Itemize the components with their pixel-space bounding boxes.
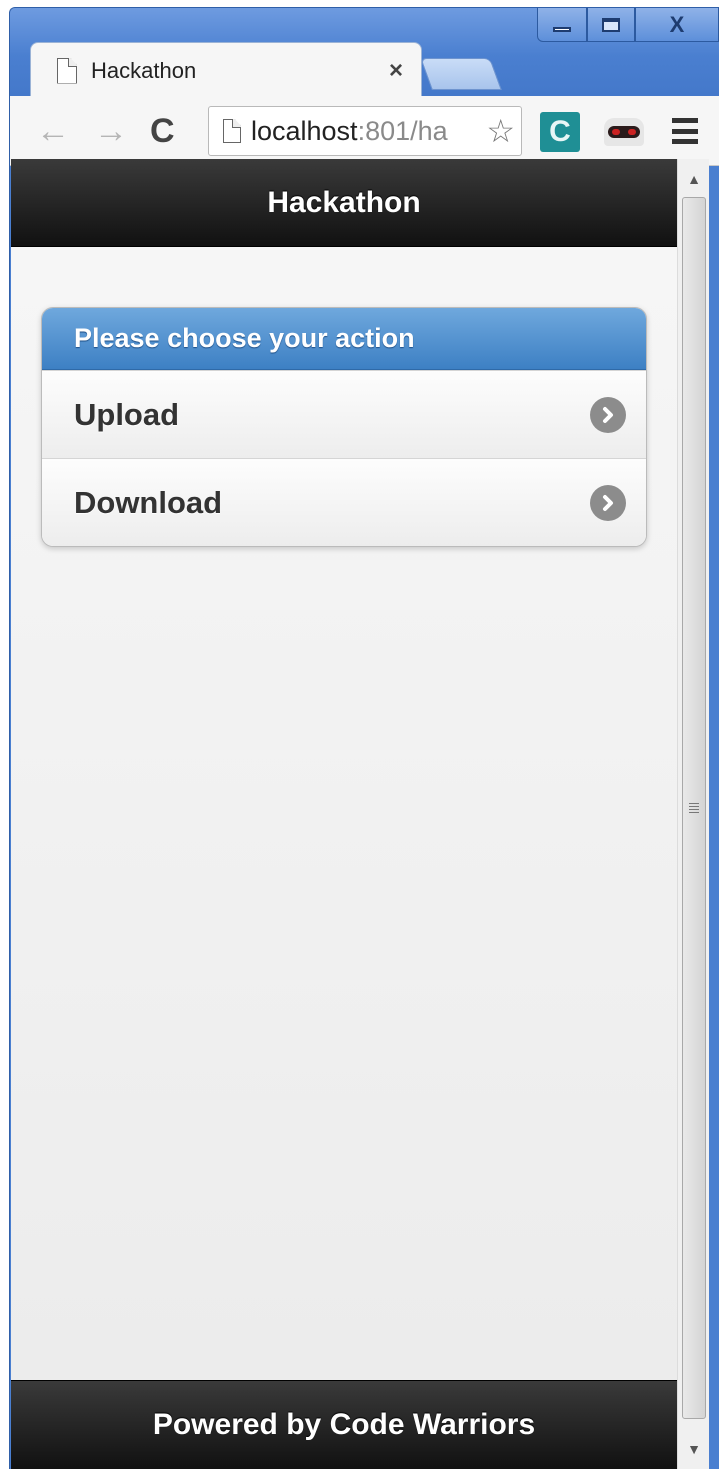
page-icon (57, 58, 77, 84)
maximize-button[interactable] (587, 8, 635, 42)
list-item-upload[interactable]: Upload (42, 370, 646, 458)
incognito-mask-icon[interactable] (604, 118, 644, 146)
list-divider: Please choose your action (42, 308, 646, 370)
list-item-label: Upload (74, 396, 180, 432)
menu-bar-line (672, 128, 698, 134)
title-bar: X Hackathon × (10, 8, 719, 98)
page-icon (223, 119, 241, 143)
page-content: Please choose your action Upload Downloa… (11, 247, 677, 1380)
list-item-download[interactable]: Download (42, 458, 646, 546)
url-path: :801/ha (357, 115, 448, 146)
reload-icon[interactable]: C (150, 114, 175, 148)
grip-line (689, 806, 699, 807)
footer-text: Powered by Code Warriors (152, 1408, 536, 1441)
minimize-button[interactable] (537, 8, 587, 42)
menu-icon[interactable] (672, 118, 698, 144)
vertical-scrollbar[interactable]: ▲ ▼ (677, 159, 709, 1469)
scroll-up-icon[interactable]: ▲ (678, 163, 710, 195)
browser-toolbar: ← → C localhost:801/ha ☆ C (10, 96, 719, 166)
grip-line (689, 812, 699, 813)
chevron-right-svg (603, 406, 613, 423)
maximize-icon (602, 17, 620, 32)
extension-icon[interactable]: C (540, 112, 580, 152)
menu-bar-line (672, 139, 698, 144)
minimize-icon (553, 27, 571, 32)
list-divider-text: Please choose your action (74, 323, 415, 353)
chevron-right-svg (603, 494, 613, 511)
tab-close-icon[interactable]: × (389, 57, 403, 85)
grip-icon (689, 803, 699, 813)
close-icon: X (669, 11, 685, 37)
forward-arrow-icon[interactable]: → (94, 114, 128, 148)
new-tab-button[interactable] (420, 58, 502, 90)
page-title: Hackathon (267, 185, 421, 219)
star-icon[interactable]: ☆ (482, 113, 515, 149)
url-host: localhost (251, 115, 358, 146)
extension-glyph: C (549, 115, 571, 148)
action-list: Please choose your action Upload Downloa… (41, 307, 647, 547)
tab-content: Hackathon × (31, 43, 421, 98)
tab-title: Hackathon (91, 57, 197, 83)
grip-line (689, 803, 699, 804)
mask-shape (608, 126, 640, 138)
chevron-right-icon (590, 484, 626, 521)
grip-line (689, 809, 699, 810)
page-header: Hackathon (11, 159, 677, 247)
tab-hackathon[interactable]: Hackathon × (30, 42, 422, 98)
page-footer: Powered by Code Warriors (11, 1380, 677, 1469)
scroll-down-icon[interactable]: ▼ (678, 1433, 710, 1465)
window-controls: X (537, 8, 719, 42)
scroll-thumb[interactable] (682, 197, 706, 1419)
close-window-button[interactable]: X (635, 8, 719, 42)
back-arrow-icon[interactable]: ← (36, 114, 70, 148)
chevron-right-icon (590, 396, 626, 433)
address-bar[interactable]: localhost:801/ha ☆ (208, 106, 522, 156)
page-viewport: Hackathon Please choose your action Uplo… (11, 159, 709, 1469)
list-item-label: Download (74, 484, 223, 520)
menu-bar-line (672, 118, 698, 123)
